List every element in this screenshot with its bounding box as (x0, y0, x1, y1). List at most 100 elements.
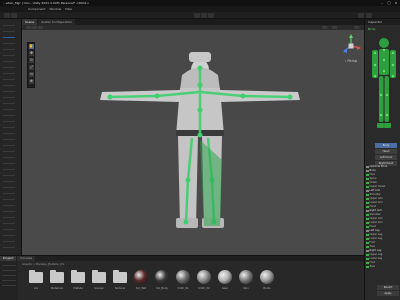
bone-status-icon (366, 261, 369, 265)
asset-label: Cloth_01 (177, 287, 189, 290)
material-asset[interactable]: Cloth_01 (174, 269, 192, 299)
asset-label: Gear (221, 287, 229, 290)
bone-status-icon (366, 173, 369, 177)
step-button[interactable] (208, 13, 214, 18)
revert-button[interactable]: Revert (377, 285, 399, 290)
account-button[interactable] (4, 13, 10, 18)
asset-grid: Ani Materials Prefabs Scenes Textures Sol_Mat… (27, 269, 276, 299)
tab-head[interactable]: Head (375, 149, 397, 154)
foldout-icon (366, 229, 369, 233)
foldout-icon (366, 189, 369, 193)
close-icon[interactable]: × (394, 1, 398, 5)
move-tool-icon[interactable]: ✥ (29, 51, 34, 56)
bone-status-icon (366, 193, 369, 197)
bone-status-icon (366, 265, 369, 269)
2d-toggle[interactable] (32, 26, 37, 29)
folder-asset[interactable]: Ani (27, 269, 45, 299)
inspector-actions: Revert Apply (377, 285, 399, 297)
asset-label: Textures (114, 287, 126, 290)
asset-label: Materials (51, 287, 63, 290)
material-preview-icon (238, 269, 254, 285)
material-asset[interactable]: Gear (216, 269, 234, 299)
window-controls: – □ × (380, 1, 398, 5)
foldout-icon (366, 169, 369, 173)
lighting-toggle[interactable] (38, 26, 43, 29)
folder-asset[interactable]: Textures (111, 269, 129, 299)
bone-status-icon (366, 185, 369, 189)
avatar-body-diagram[interactable] (371, 35, 397, 139)
folder-icon (91, 269, 107, 285)
hand-tool-icon[interactable]: ✋ (29, 44, 34, 49)
bone-status-icon (366, 225, 369, 229)
bone-status-icon (366, 245, 369, 249)
play-button[interactable] (194, 13, 200, 18)
inspector-header: Inspector (365, 19, 400, 25)
folder-icon (49, 269, 65, 285)
bone-status-icon (366, 233, 369, 237)
rotate-tool-icon[interactable]: ↻ (29, 58, 34, 63)
material-preview-icon (175, 269, 191, 285)
tab-left-hand[interactable]: Left Hand (375, 155, 397, 160)
menu-help[interactable]: Help (65, 7, 72, 11)
material-preview-icon (154, 269, 170, 285)
material-asset[interactable]: Skin (237, 269, 255, 299)
camera-settings-button[interactable] (332, 26, 337, 29)
scene-search-field[interactable] (354, 26, 359, 29)
material-preview-icon (259, 269, 275, 285)
material-asset[interactable]: Cloth_02 (195, 269, 213, 299)
scale-tool-icon[interactable]: ⤢ (29, 65, 34, 70)
bone-label: Toes (369, 265, 375, 268)
bone-status-icon (366, 213, 369, 217)
avatar-body-label: Body (368, 27, 376, 31)
layers-button[interactable] (358, 13, 364, 18)
bone-status-icon (366, 205, 369, 209)
scene-viewport-canvas[interactable] (22, 30, 364, 255)
folder-icon (28, 269, 44, 285)
material-asset[interactable]: Sol_Mat (132, 269, 150, 299)
bone-status-icon (366, 197, 369, 201)
orientation-gizmo[interactable]: ‹ Persp (340, 34, 362, 68)
asset-label: Skin (243, 287, 249, 290)
asset-label: Sol_Mat (135, 287, 147, 290)
bone-row[interactable]: Toes (366, 265, 400, 269)
folder-asset[interactable]: Materials (48, 269, 66, 299)
main-toolbar (0, 12, 400, 19)
bone-status-icon (366, 241, 369, 245)
cloud-button[interactable] (11, 13, 17, 18)
hierarchy-panel (0, 19, 22, 255)
folder-asset[interactable]: Scenes (90, 269, 108, 299)
gizmos-button[interactable] (322, 26, 327, 29)
persp-label: ‹ Persp (345, 59, 358, 63)
foldout-icon (366, 165, 369, 169)
menu-component[interactable]: Component (28, 7, 45, 11)
transform-tool-palette: ✋ ✥ ↻ ⤢ ▭ ⊕ (27, 42, 35, 88)
bone-mapping-list: Optional Bone Body Hips Spine Chest Upper Che… (366, 165, 400, 269)
tab-body[interactable]: Body (375, 143, 397, 148)
transform-tool-icon[interactable]: ⊕ (29, 79, 34, 84)
folder-asset[interactable]: Prefabs (69, 269, 87, 299)
tab-console[interactable]: Console (17, 256, 36, 261)
apply-button[interactable]: Apply (377, 291, 399, 296)
maximize-icon[interactable]: □ (387, 1, 391, 5)
bone-status-icon (366, 181, 369, 185)
layout-button[interactable] (366, 13, 372, 18)
bone-status-icon (366, 237, 369, 241)
material-asset[interactable]: Sol_Body (153, 269, 171, 299)
material-asset[interactable]: Boots (258, 269, 276, 299)
bone-status-icon (366, 217, 369, 221)
minimize-icon[interactable]: – (380, 1, 384, 5)
rect-tool-icon[interactable]: ▭ (29, 72, 34, 77)
shading-mode-button[interactable] (26, 26, 31, 29)
pause-button[interactable] (201, 13, 207, 18)
bone-status-icon (366, 257, 369, 261)
inspector-panel: Inspector Body Body Head Left Hand Right… (364, 19, 400, 300)
asset-label: Prefabs (73, 287, 83, 290)
material-preview-icon (196, 269, 212, 285)
foldout-icon (366, 249, 369, 253)
asset-label: Sol_Body (156, 287, 168, 290)
bone-status-icon (366, 253, 369, 257)
menu-window[interactable]: Window (49, 7, 61, 11)
scene-view[interactable]: ✋ ✥ ↻ ⤢ ▭ ⊕ (22, 30, 364, 255)
project-folder-tree (0, 261, 18, 300)
asset-label: Boots (263, 287, 271, 290)
